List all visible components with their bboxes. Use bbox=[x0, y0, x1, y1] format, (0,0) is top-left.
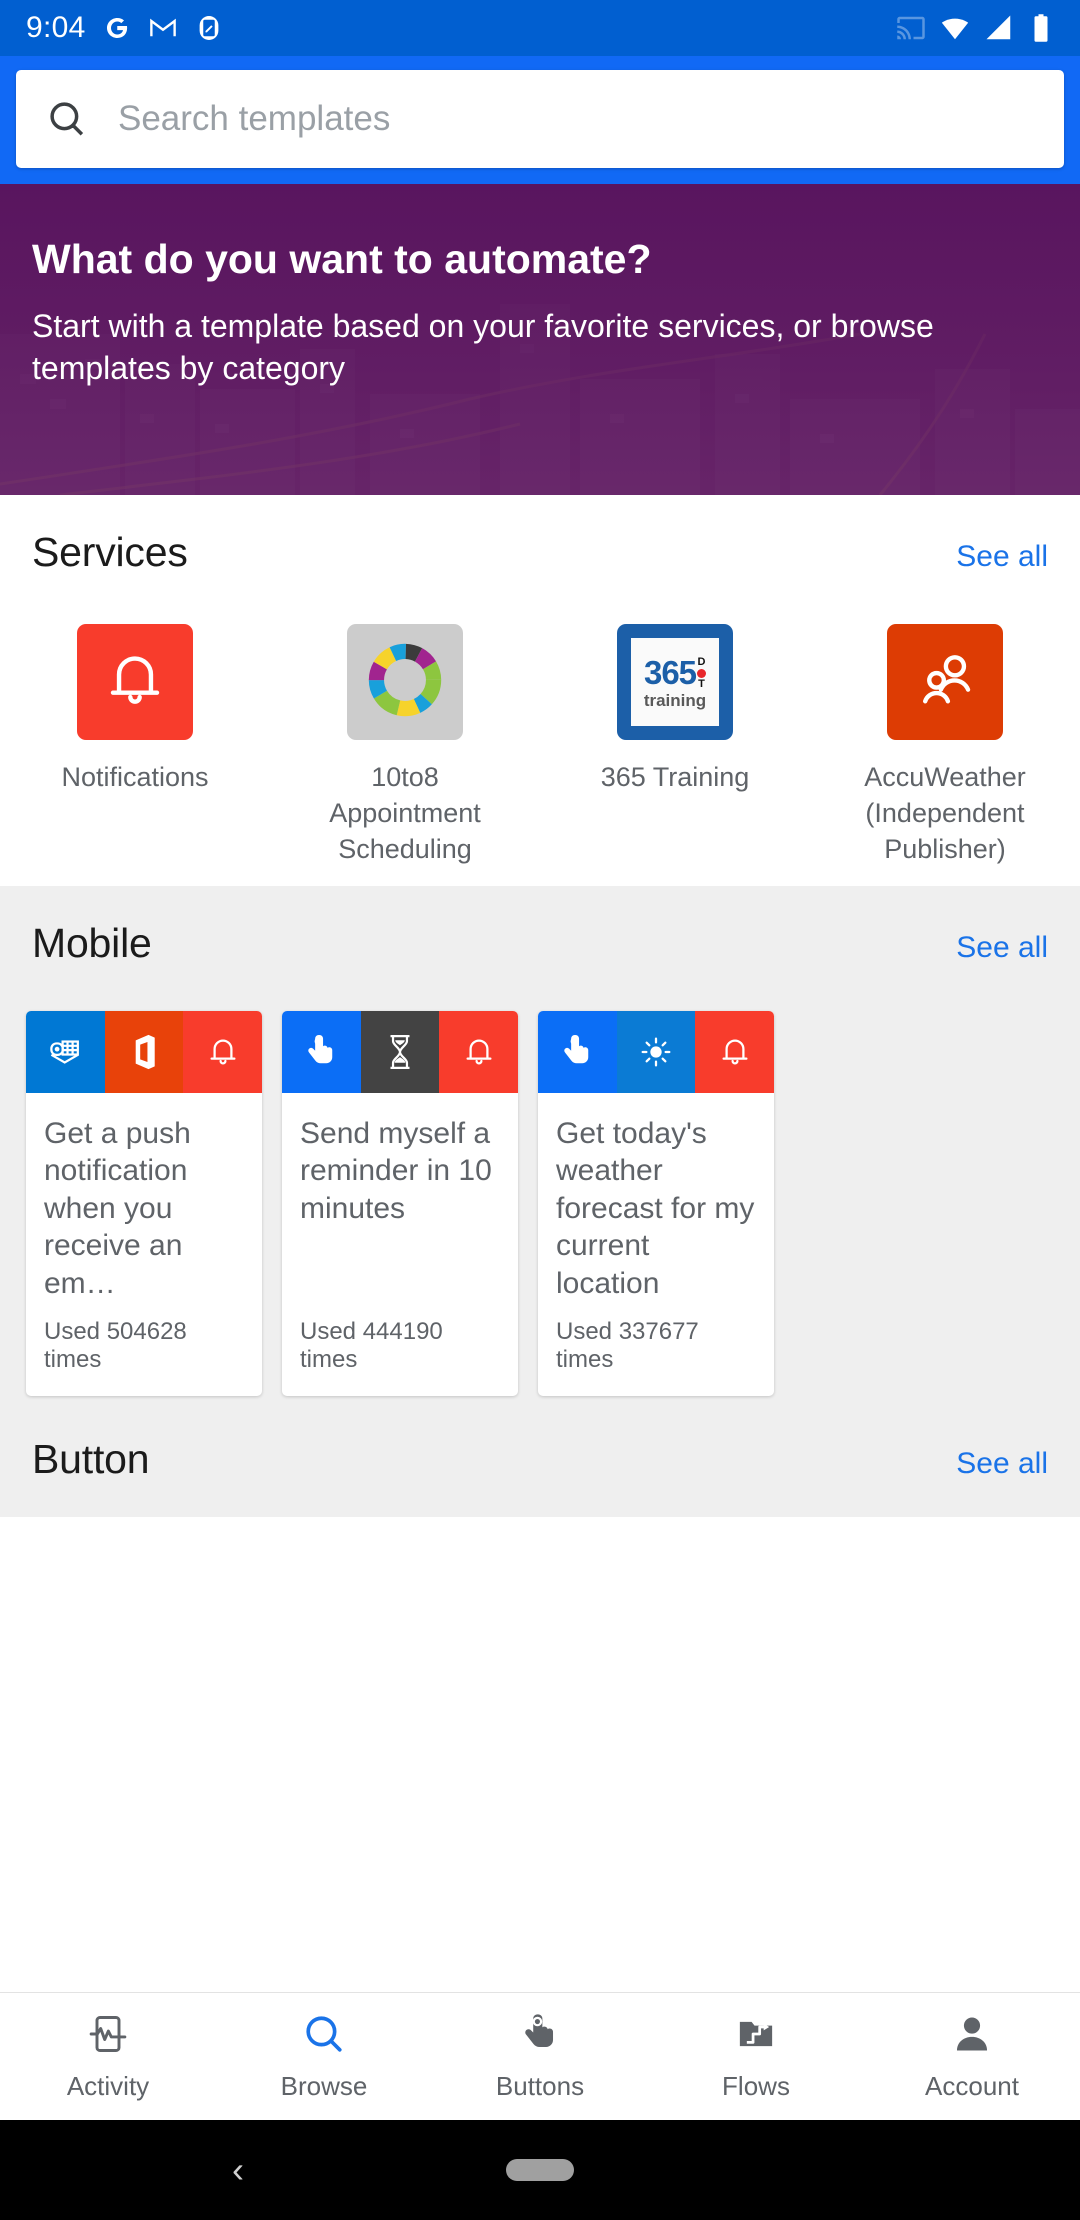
mobile-title: Mobile bbox=[32, 919, 152, 966]
hourglass-icon bbox=[360, 1010, 440, 1093]
bell-icon bbox=[695, 1010, 774, 1093]
service-item-10to8[interactable]: 10to8 Appointment Scheduling bbox=[270, 624, 540, 868]
template-card-usage: Used 504628 times bbox=[44, 1318, 187, 1374]
template-card-usage: Used 444190 times bbox=[300, 1318, 443, 1374]
button-tap-icon bbox=[519, 2012, 561, 2061]
app-screen: 9:04 Search templates What do you want t… bbox=[0, 0, 1080, 2220]
button-title: Button bbox=[32, 1436, 150, 1483]
status-bar: 9:04 bbox=[0, 0, 1080, 56]
button-see-all-link[interactable]: See all bbox=[956, 1447, 1048, 1481]
hero-subtitle: Start with a template based on your favo… bbox=[32, 308, 934, 387]
person-icon bbox=[950, 2012, 994, 2061]
bell-icon bbox=[102, 647, 168, 718]
people-icon bbox=[910, 645, 980, 720]
service-item-accuweather[interactable]: AccuWeather (Independent Publisher) bbox=[810, 624, 1080, 868]
template-card[interactable]: Get a push notification when you receive… bbox=[26, 1010, 262, 1397]
wifi-icon bbox=[940, 13, 970, 43]
flows-icon bbox=[734, 2012, 778, 2061]
search-icon bbox=[46, 98, 88, 140]
template-card-icons bbox=[26, 1010, 262, 1093]
services-see-all-link[interactable]: See all bbox=[956, 540, 1048, 574]
signal-icon bbox=[984, 13, 1014, 43]
365-logo-dot bbox=[697, 668, 707, 678]
nav-label: Flows bbox=[722, 2070, 790, 2101]
template-card-title: Send myself a reminder in 10 minutes bbox=[300, 1116, 492, 1225]
service-item-365-training[interactable]: 365 D T training 365 Training bbox=[540, 624, 810, 868]
mobile-section-header: Mobile See all bbox=[0, 886, 1080, 967]
back-chevron-icon[interactable]: ‹ bbox=[232, 2149, 244, 2191]
bottom-navigation: Activity Browse Buttons Flows Account bbox=[0, 1992, 1080, 2120]
status-bar-right bbox=[896, 13, 1054, 43]
nav-item-buttons[interactable]: Buttons bbox=[432, 1993, 648, 2120]
gmail-icon bbox=[148, 13, 178, 43]
mobile-cards-row[interactable]: Get a push notification when you receive… bbox=[0, 967, 1080, 1429]
service-label: 365 Training bbox=[600, 762, 750, 792]
template-card-body: Get today's weather forecast for my curr… bbox=[538, 1093, 774, 1303]
search-bar[interactable] bbox=[16, 70, 1064, 168]
nav-item-account[interactable]: Account bbox=[864, 1993, 1080, 2120]
template-card-usage: Used 337677 times bbox=[556, 1318, 699, 1374]
service-label: AccuWeather (Independent Publisher) bbox=[864, 762, 1026, 864]
services-row: Notifications 10to8 Appointment Scheduli… bbox=[0, 576, 1080, 868]
button-tap-icon bbox=[538, 1010, 617, 1093]
template-card[interactable]: Get today's weather forecast for my curr… bbox=[538, 1010, 774, 1397]
hero-title: What do you want to automate? bbox=[32, 236, 652, 282]
button-section-header: Button See all bbox=[0, 1428, 1080, 1517]
template-card-title: Get a push notification when you receive… bbox=[44, 1116, 191, 1300]
nav-item-flows[interactable]: Flows bbox=[648, 1993, 864, 2120]
activity-phone-icon bbox=[86, 2012, 130, 2061]
mobile-see-all-link[interactable]: See all bbox=[956, 931, 1048, 965]
nav-label: Browse bbox=[280, 2070, 368, 2101]
outlook-icon bbox=[26, 1010, 105, 1093]
hero-banner: What do you want to automate? Start with… bbox=[0, 184, 1080, 495]
template-card-title: Get today's weather forecast for my curr… bbox=[556, 1116, 755, 1300]
service-item-notifications[interactable]: Notifications bbox=[0, 624, 270, 868]
template-card-body: Send myself a reminder in 10 minutes bbox=[282, 1093, 518, 1303]
service-tile: 365 D T training bbox=[617, 624, 733, 740]
cast-icon bbox=[896, 13, 926, 43]
365-logo-d: D bbox=[697, 655, 706, 668]
nav-label: Buttons bbox=[495, 2070, 585, 2101]
bell-icon bbox=[183, 1010, 262, 1093]
template-card-icons bbox=[538, 1010, 774, 1093]
mobile-section: Mobile See all Get a push notification w… bbox=[0, 885, 1080, 1518]
template-card-icons bbox=[282, 1010, 518, 1093]
nav-item-browse[interactable]: Browse bbox=[216, 1993, 432, 2120]
365-training-logo: 365 D T training bbox=[631, 638, 719, 726]
office-365-icon bbox=[104, 1010, 184, 1093]
bell-icon bbox=[439, 1010, 518, 1093]
nav-label: Account bbox=[925, 2070, 1019, 2101]
nav-item-activity[interactable]: Activity bbox=[0, 1993, 216, 2120]
service-label: 10to8 Appointment Scheduling bbox=[329, 762, 481, 864]
service-label: Notifications bbox=[61, 762, 209, 792]
hero-text: What do you want to automate? Start with… bbox=[32, 236, 1048, 390]
search-header bbox=[0, 56, 1080, 184]
battery-icon bbox=[1028, 13, 1054, 43]
donut-chart-icon bbox=[365, 640, 445, 725]
nav-label: Activity bbox=[66, 2070, 150, 2101]
sun-icon bbox=[616, 1010, 696, 1093]
app-icon bbox=[194, 13, 224, 43]
button-tap-icon bbox=[282, 1010, 361, 1093]
google-icon bbox=[102, 13, 132, 43]
services-section: Services See all Notifications 10to8 App… bbox=[0, 495, 1080, 886]
template-card-body: Get a push notification when you receive… bbox=[26, 1093, 262, 1303]
services-title: Services bbox=[32, 529, 188, 575]
365-logo-number: 365 bbox=[643, 653, 697, 691]
365-logo-t: T bbox=[698, 677, 705, 690]
system-navigation-bar: ‹ bbox=[0, 2120, 1080, 2220]
home-pill[interactable] bbox=[506, 2159, 574, 2181]
service-tile bbox=[77, 624, 193, 740]
service-tile bbox=[887, 624, 1003, 740]
template-card[interactable]: Send myself a reminder in 10 minutes Use… bbox=[282, 1010, 518, 1397]
search-input[interactable] bbox=[118, 99, 1034, 139]
status-bar-clock: 9:04 bbox=[26, 11, 86, 44]
status-bar-left: 9:04 bbox=[26, 11, 224, 45]
service-tile bbox=[347, 624, 463, 740]
365-logo-word: training bbox=[643, 690, 707, 710]
services-section-header: Services See all bbox=[0, 495, 1080, 576]
search-icon bbox=[302, 2012, 346, 2061]
